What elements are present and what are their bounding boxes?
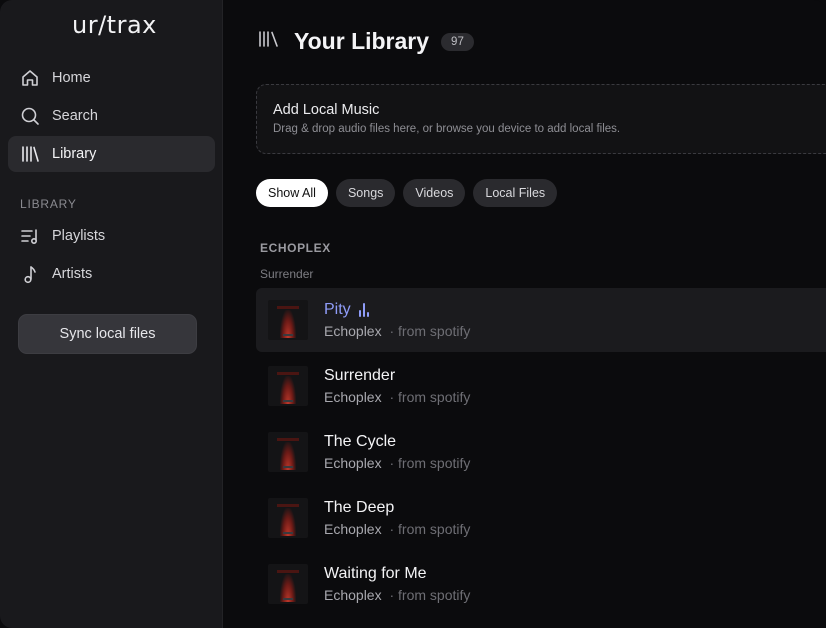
- track-title: Surrender: [324, 367, 396, 384]
- sidebar: ur/trax Home Search Library LIBRARY Play…: [0, 0, 223, 628]
- album-cover: [268, 498, 308, 538]
- track-artist: Echoplex: [324, 389, 382, 405]
- filter-videos[interactable]: Videos: [403, 179, 466, 207]
- waveform-logo-icon: [16, 8, 56, 42]
- nav-home[interactable]: Home: [8, 60, 215, 96]
- sync-local-files-button[interactable]: Sync local files: [18, 314, 197, 354]
- app-window: ur/trax Home Search Library LIBRARY Play…: [0, 0, 826, 628]
- track-title: Pity: [324, 301, 351, 318]
- album-cover: [268, 564, 308, 604]
- group-artist-heading: ECHOPLEX: [260, 241, 331, 255]
- album-cover: [268, 366, 308, 406]
- dropzone-subtitle: Drag & drop audio files here, or browse …: [273, 123, 621, 135]
- track-row[interactable]: The Deep Echoplex · from spotify: [256, 486, 826, 550]
- home-icon: [20, 68, 40, 88]
- track-title: The Cycle: [324, 433, 397, 450]
- search-icon: [20, 106, 40, 126]
- main-content: Your Library 97 Add Local Music Drag & d…: [224, 0, 826, 628]
- track-source: · from spotify: [389, 389, 471, 405]
- nav-library[interactable]: Library: [8, 136, 215, 172]
- app-name: ur/trax: [72, 11, 157, 39]
- track-row[interactable]: Pity Echoplex · from spotify: [256, 288, 826, 352]
- track-source: · from spotify: [389, 521, 471, 537]
- track-artist: Echoplex: [324, 323, 382, 339]
- nav-playlists[interactable]: Playlists: [8, 218, 215, 254]
- track-source: · from spotify: [389, 323, 471, 339]
- now-playing-equalizer-icon: [358, 303, 369, 317]
- album-cover: [268, 432, 308, 472]
- track-source: · from spotify: [389, 455, 471, 471]
- nav-playlists-label: Playlists: [52, 228, 106, 244]
- logo[interactable]: ur/trax: [16, 8, 157, 42]
- nav-search[interactable]: Search: [8, 98, 215, 134]
- sidebar-section-label: LIBRARY: [20, 197, 77, 211]
- track-source: · from spotify: [389, 587, 471, 603]
- track-title: The Deep: [324, 499, 395, 516]
- music-note-icon: [20, 264, 40, 284]
- filter-local-files[interactable]: Local Files: [473, 179, 558, 207]
- library-icon: [20, 144, 40, 164]
- library-icon: [258, 29, 280, 54]
- page-header: Your Library 97: [258, 28, 474, 55]
- track-artist: Echoplex: [324, 521, 382, 537]
- nav-artists[interactable]: Artists: [8, 256, 215, 292]
- filter-songs[interactable]: Songs: [335, 179, 396, 207]
- playlist-icon: [20, 226, 40, 246]
- nav-search-label: Search: [52, 108, 98, 124]
- album-cover: [268, 300, 308, 340]
- track-artist: Echoplex: [324, 455, 382, 471]
- nav-library-label: Library: [52, 146, 97, 162]
- track-artist: Echoplex: [324, 587, 382, 603]
- track-row[interactable]: Surrender Echoplex · from spotify: [256, 354, 826, 418]
- track-title: Waiting for Me: [324, 565, 427, 582]
- filter-show-all[interactable]: Show All: [256, 179, 328, 207]
- group-album-heading: Surrender: [260, 267, 314, 281]
- library-count-badge: 97: [441, 32, 474, 51]
- filter-chips: Show All Songs Videos Local Files: [256, 179, 565, 207]
- page-title: Your Library: [294, 28, 430, 54]
- track-row[interactable]: The Cycle Echoplex · from spotify: [256, 420, 826, 484]
- track-row[interactable]: Waiting for Me Echoplex · from spotify: [256, 552, 826, 616]
- nav-home-label: Home: [52, 70, 91, 86]
- nav-artists-label: Artists: [52, 266, 93, 282]
- dropzone-title: Add Local Music: [273, 102, 380, 118]
- add-local-music-dropzone[interactable]: Add Local Music Drag & drop audio files …: [256, 84, 826, 154]
